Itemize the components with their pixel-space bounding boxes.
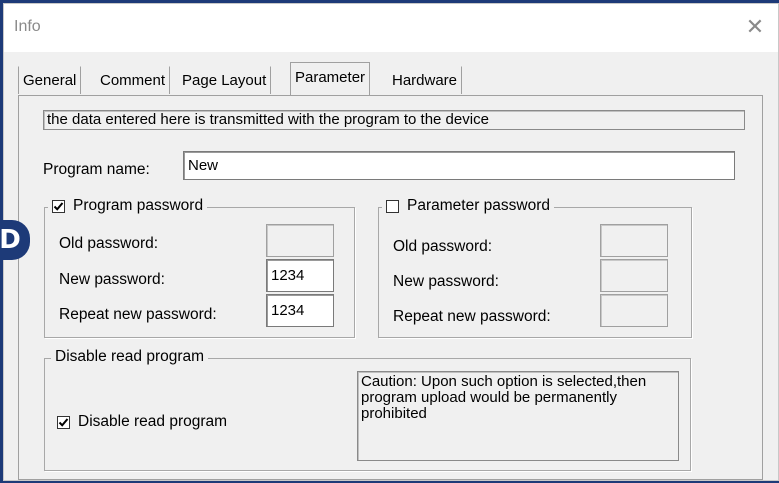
- parameter-password-label: Parameter password: [407, 197, 551, 214]
- repeat-password-label: Repeat new password:: [59, 306, 217, 323]
- tab-label: Comment: [100, 72, 166, 89]
- disable-read-group: Disable read program Disable read progra…: [44, 348, 691, 471]
- title-bar: Info ✕: [4, 4, 778, 52]
- tab-label: Hardware: [392, 72, 458, 89]
- tab-label: General: [23, 72, 77, 89]
- old-password-field[interactable]: [266, 224, 334, 257]
- program-name-label: Program name:: [43, 161, 150, 178]
- repeat-password-field[interactable]: [266, 294, 334, 327]
- disable-read-checkbox[interactable]: [57, 415, 70, 429]
- param-new-password-label: New password:: [393, 273, 499, 290]
- step-badge-letter: D: [0, 225, 21, 255]
- program-name-input[interactable]: [183, 151, 735, 180]
- param-repeat-password-field[interactable]: [600, 294, 668, 327]
- tab-page-layout[interactable]: Page Layout: [178, 66, 272, 94]
- param-old-password-label: Old password:: [393, 238, 493, 255]
- close-icon: ✕: [745, 14, 765, 39]
- disable-read-legend: Disable read program: [51, 348, 209, 366]
- close-button[interactable]: ✕: [732, 4, 778, 50]
- program-password-label: Program password: [73, 197, 204, 214]
- new-password-label: New password:: [59, 271, 165, 288]
- program-password-group: Program password Old password: New passw…: [44, 197, 355, 338]
- window-title: Info: [14, 18, 41, 35]
- old-password-label: Old password:: [59, 235, 159, 252]
- tab-hardware[interactable]: Hardware: [388, 66, 463, 94]
- tab-general[interactable]: General: [18, 66, 82, 94]
- check-icon: [53, 201, 64, 211]
- program-password-legend: Program password: [48, 197, 208, 215]
- tab-parameter[interactable]: Parameter: [290, 62, 371, 95]
- tab-label: Page Layout: [182, 72, 267, 89]
- program-password-checkbox[interactable]: [52, 199, 65, 213]
- parameter-password-group: Parameter password Old password: New pas…: [378, 197, 692, 338]
- param-new-password-field[interactable]: [600, 259, 668, 292]
- parameter-panel: the data entered here is transmitted wit…: [18, 95, 763, 480]
- disable-read-checkbox-label: Disable read program: [78, 413, 228, 430]
- info-dialog: Info ✕ General Comment Page Layout Param…: [3, 3, 779, 481]
- param-repeat-password-label: Repeat new password:: [393, 308, 551, 325]
- disable-read-option[interactable]: Disable read program: [57, 413, 227, 431]
- tab-label: Parameter: [295, 69, 366, 86]
- new-password-field[interactable]: [266, 259, 334, 292]
- parameter-password-checkbox[interactable]: [386, 199, 399, 213]
- parameter-password-legend: Parameter password: [382, 197, 555, 215]
- check-icon: [58, 417, 69, 427]
- tab-comment[interactable]: Comment: [96, 66, 171, 94]
- info-text: the data entered here is transmitted wit…: [43, 110, 745, 130]
- param-old-password-field[interactable]: [600, 224, 668, 257]
- caution-text: Caution: Upon such option is selected,th…: [357, 371, 679, 461]
- disable-read-legend-label: Disable read program: [55, 348, 205, 365]
